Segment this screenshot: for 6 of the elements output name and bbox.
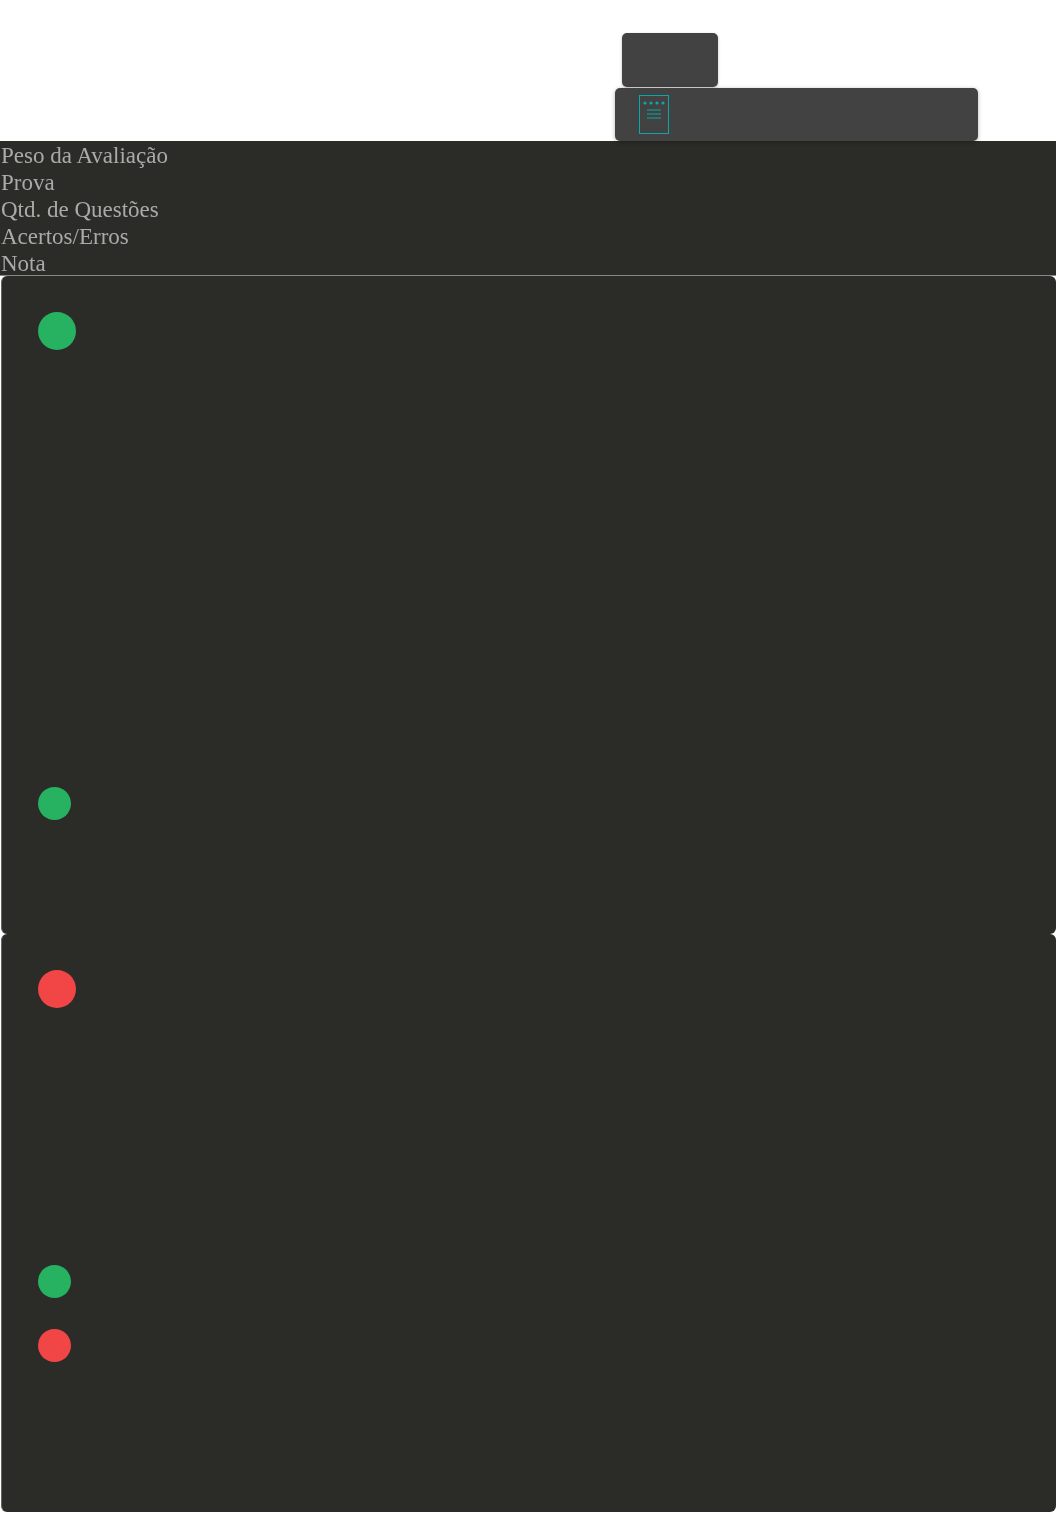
column-label: Qtd. de Questões xyxy=(1,196,160,223)
column-label: Peso da Avaliação xyxy=(1,142,169,169)
column-label: Acertos/Erros xyxy=(1,223,130,250)
document-icon[interactable] xyxy=(639,95,669,134)
column-label: Prova xyxy=(1,169,56,196)
column-label: Nota xyxy=(1,250,47,277)
